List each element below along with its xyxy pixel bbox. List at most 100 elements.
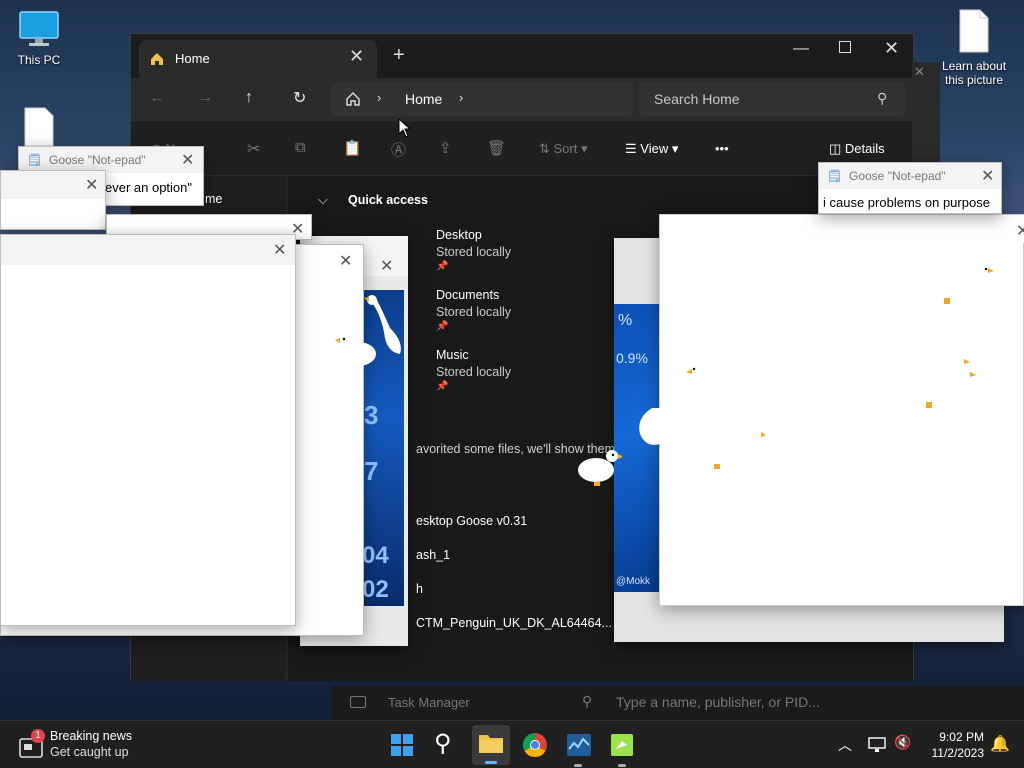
notepad-text[interactable]: ever an option" [105,180,192,195]
notepad-text[interactable]: i cause problems on purpose [823,195,990,210]
speaker-muted-icon[interactable]: 🔇 [894,734,911,751]
network-icon[interactable] [868,737,886,753]
notepad-title: Goose "Not-epad" [849,169,946,183]
maximize-button[interactable] [839,41,851,53]
desktop-icon-label: This PC [17,53,61,67]
notepad-app-icon: 🗒 [827,169,843,183]
refresh-icon[interactable]: ↻ [293,88,306,108]
list-item[interactable]: Music Stored locally 📌 [436,348,616,402]
news-widget[interactable]: 1 Breaking news Get caught up [16,727,166,763]
nav-item-home[interactable]: me [205,192,222,206]
mouse-cursor-icon [398,118,412,138]
forward-arrow-icon[interactable]: → [197,89,213,107]
recent-file-name[interactable]: esktop Goose v0.31 [416,514,527,528]
chevron-up-icon[interactable]: ︿ [838,735,852,755]
file-icon [24,107,54,147]
minimize-button[interactable]: — [793,40,809,58]
search-input[interactable]: Search Home ⚲ [639,82,905,116]
close-icon[interactable]: ✕ [339,251,352,271]
view-button[interactable]: ☰ View ▾ [625,141,678,157]
task-manager-search-input[interactable]: Type a name, publisher, or PID... [616,694,820,710]
goose-sprite[interactable] [700,426,766,472]
recent-file-name[interactable]: CTM_Penguin_UK_DK_AL64464... [416,616,612,630]
close-icon[interactable]: ✕ [273,240,286,260]
task-manager-title: Task Manager [388,695,470,710]
rename-icon[interactable]: Ⓐ [391,139,406,160]
back-arrow-icon[interactable]: ← [149,89,165,107]
goose-app-icon[interactable] [610,733,634,757]
goose-sprite[interactable] [360,292,406,362]
close-icon[interactable]: ✕ [1016,221,1024,241]
pinned-item-sub: Stored locally [436,245,512,259]
share-icon[interactable]: ⇪ [439,139,452,157]
list-item[interactable]: Desktop Stored locally 📌 [436,228,616,282]
goose-sprite[interactable] [906,350,976,414]
notepad-title: Goose "Not-epad" [49,153,146,167]
delete-icon[interactable]: 🗑 [487,139,506,157]
notification-bell-icon[interactable]: 🔔 [990,734,1010,754]
desktop-icon-learn-picture[interactable]: Learn about this picture [938,8,1010,87]
address-box[interactable]: › Home › [331,82,633,116]
paste-icon[interactable]: 📋 [343,139,362,157]
close-tab-icon[interactable]: ✕ [349,46,364,67]
clock-date: 11/2/2023 [931,746,985,760]
close-icon[interactable]: ✕ [914,64,925,80]
recent-file-name[interactable]: h [416,582,423,596]
goose-sprite[interactable] [576,446,622,486]
taskbar: 1 Breaking news Get caught up ⚲ ︿ 🔇 9:02… [0,720,1024,768]
pin-icon: 📌 [436,321,449,332]
chrome-icon[interactable] [522,732,548,758]
goose-sprite[interactable] [684,360,730,400]
search-icon[interactable]: ⚲ [434,729,452,758]
list-item[interactable]: Documents Stored locally 📌 [436,288,616,342]
notepad-window-right: 🗒 Goose "Not-epad" ✕ i cause problems on… [818,162,1002,214]
quick-access-header[interactable]: Quick access [348,193,428,207]
chevron-right-icon[interactable]: › [459,90,463,105]
stock-digit: 02 [362,576,389,603]
close-icon[interactable]: ✕ [85,175,98,195]
desktop-icon-label: Learn about this picture [941,59,1007,87]
clock-time: 9:02 PM [939,730,984,744]
desktop-icon-file[interactable] [3,106,75,151]
up-arrow-icon[interactable]: ↑ [245,89,253,107]
details-label: Details [844,141,885,156]
notepad-titlebar: 🗒 Goose "Not-epad" ✕ [819,163,1001,189]
goose-sprite[interactable] [632,404,662,450]
home-outline-icon [346,92,360,106]
search-placeholder: Search Home [654,91,740,107]
goose-sprite[interactable] [924,264,994,308]
start-windows-icon[interactable] [390,733,414,757]
pinned-item-name: Desktop [436,228,482,242]
stock-label: % [618,312,633,329]
task-manager-taskbar-icon[interactable] [566,733,592,757]
tab-label: Home [175,51,210,66]
close-icon[interactable]: ✕ [181,150,194,170]
copy-icon[interactable]: ⧉ [295,139,306,156]
desktop-icon-this-pc[interactable]: This PC [3,10,75,67]
close-window-button[interactable]: ✕ [884,38,899,59]
explorer-command-bar: ⊕ N ✂ ⧉ 📋 Ⓐ ⇪ 🗑 ⇅ Sort ▾ ☰ View ▾ ••• ◫ … [131,120,913,176]
notepad-titlebar: ✕ [1,235,295,265]
pin-icon: 📌 [436,381,449,392]
news-title: Breaking news [50,729,132,743]
goose-window-titlebar: ✕ [660,215,1024,243]
close-icon[interactable]: ✕ [380,256,393,276]
monitor-icon [19,11,59,46]
details-button[interactable]: ◫ Details [829,141,885,157]
notepad-titlebar: ✕ [1,171,105,199]
close-icon[interactable]: ✕ [981,166,994,186]
tab-home[interactable]: Home ✕ [139,40,377,78]
chevron-down-icon[interactable]: ⌵ [318,192,328,208]
cut-icon[interactable]: ✂ [247,139,260,159]
sort-button[interactable]: ⇅ Sort ▾ [539,141,588,157]
active-indicator [485,761,497,764]
more-options-button[interactable]: ••• [715,141,729,156]
pinned-item-sub: Stored locally [436,305,512,319]
clock[interactable]: 9:02 PM 11/2/2023 [914,729,985,761]
view-label: View [640,141,669,156]
recent-file-name[interactable]: ash_1 [416,548,450,562]
search-icon: ⚲ [877,90,888,106]
taskbar-file-explorer[interactable] [472,725,510,765]
breadcrumb-home[interactable]: Home [405,91,442,107]
new-tab-button[interactable]: + [393,44,405,67]
